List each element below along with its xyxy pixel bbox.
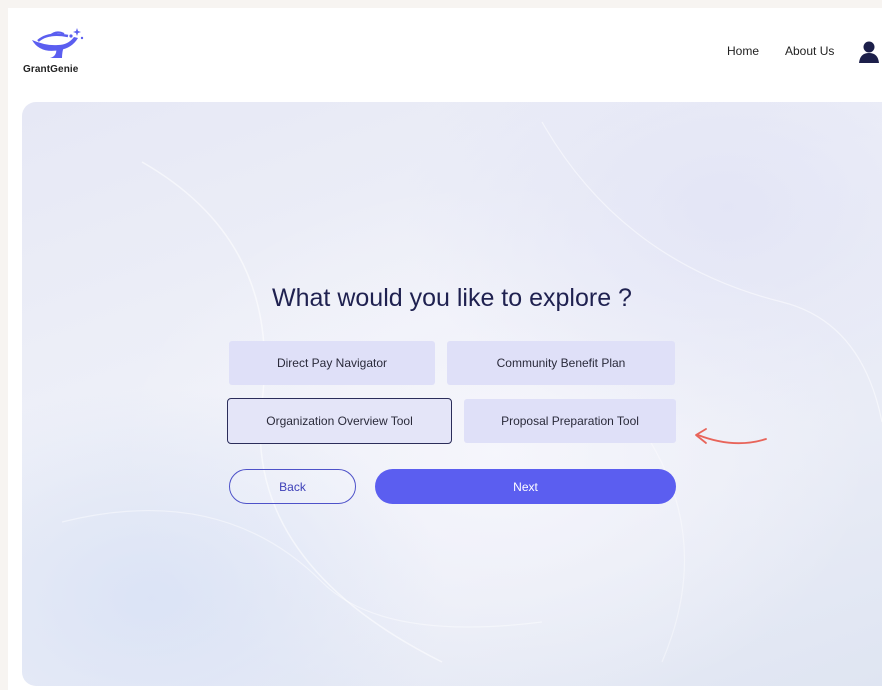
brand-name: GrantGenie bbox=[23, 64, 79, 75]
main-panel bbox=[22, 102, 882, 686]
option-direct-pay-navigator[interactable]: Direct Pay Navigator bbox=[229, 341, 435, 385]
next-button[interactable]: Next bbox=[375, 469, 676, 504]
profile-button[interactable] bbox=[858, 40, 880, 64]
arrow-icon bbox=[695, 428, 767, 445]
background-swirl bbox=[61, 121, 882, 663]
option-proposal-preparation-tool[interactable]: Proposal Preparation Tool bbox=[464, 399, 676, 443]
brand-logo[interactable]: GrantGenie bbox=[22, 24, 92, 80]
genie-lamp-logo-icon bbox=[32, 28, 84, 58]
back-button[interactable]: Back bbox=[229, 469, 356, 504]
user-icon bbox=[859, 41, 879, 63]
nav-home-link[interactable]: Home bbox=[727, 44, 759, 58]
option-community-benefit-plan[interactable]: Community Benefit Plan bbox=[447, 341, 675, 385]
option-organization-overview-tool[interactable]: Organization Overview Tool bbox=[227, 398, 452, 444]
page-question: What would you like to explore ? bbox=[272, 284, 632, 312]
nav-about-link[interactable]: About Us bbox=[785, 44, 834, 58]
